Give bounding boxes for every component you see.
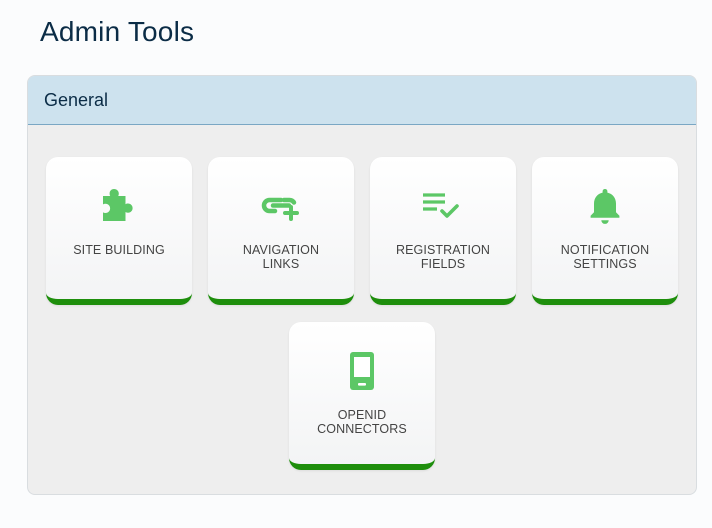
link-add-icon	[257, 183, 305, 231]
tile-registration-fields[interactable]: REGISTRATION FIELDS	[370, 157, 516, 305]
section-header[interactable]: General	[28, 76, 696, 125]
bell-icon	[581, 183, 629, 231]
tile-label-line2: CONNECTORS	[317, 422, 407, 436]
tile-label-line1: SITE BUILDING	[73, 243, 165, 257]
tile-site-building[interactable]: SITE BUILDING	[46, 157, 192, 305]
page-title: Admin Tools	[40, 16, 195, 47]
general-panel: General SITE BUILDING NAVIGATION LINKS R…	[27, 75, 697, 495]
tile-label-line1: REGISTRATION	[395, 243, 491, 257]
tile-navigation-links[interactable]: NAVIGATION LINKS	[208, 157, 354, 305]
puzzle-icon	[95, 183, 143, 231]
tile-label: NAVIGATION LINKS	[218, 243, 344, 271]
tile-notification-settings[interactable]: NOTIFICATION SETTINGS	[532, 157, 678, 305]
tile-label-line2: FIELDS	[420, 257, 466, 271]
tile-openid-connectors[interactable]: OPENID CONNECTORS	[289, 322, 435, 470]
tile-label-line1: OPENID	[337, 408, 387, 422]
phone-icon	[338, 348, 386, 396]
tile-label: REGISTRATION FIELDS	[380, 243, 506, 271]
list-check-icon	[419, 183, 467, 231]
tile-label-line1: NOTIFICATION	[560, 243, 650, 257]
tile-label-line2: LINKS	[262, 257, 300, 271]
tile-label: OPENID CONNECTORS	[299, 408, 425, 436]
tile-label-line2: SETTINGS	[573, 257, 637, 271]
tile-label: NOTIFICATION SETTINGS	[542, 243, 668, 271]
tile-label: SITE BUILDING	[56, 243, 182, 257]
tile-label-line1: NAVIGATION	[242, 243, 320, 257]
tile-grid: SITE BUILDING NAVIGATION LINKS REGISTRAT…	[28, 125, 696, 494]
